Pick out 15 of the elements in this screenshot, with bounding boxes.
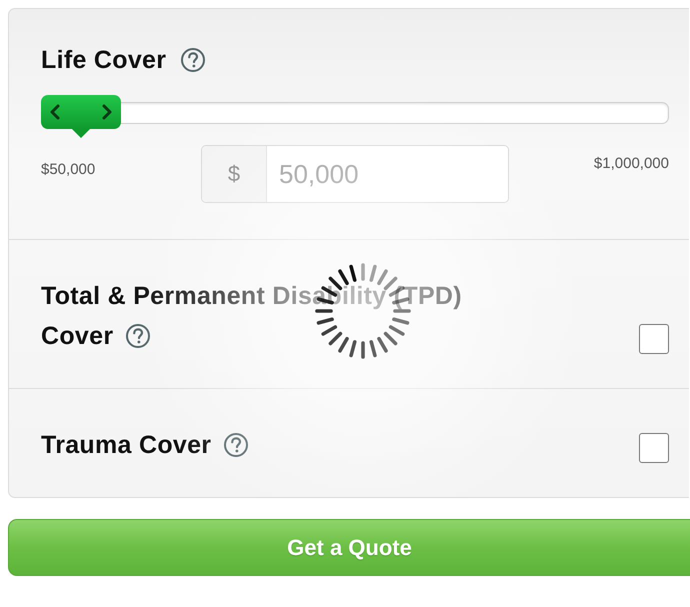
currency-prefix: $ — [202, 146, 267, 202]
checkbox[interactable] — [639, 433, 669, 463]
checkbox[interactable] — [639, 324, 669, 354]
help-icon[interactable] — [223, 432, 250, 458]
min-amount-label: $50,000 — [41, 161, 96, 178]
amount-input[interactable]: $ 50,000 — [201, 145, 509, 203]
section-title: Cover — [41, 321, 114, 352]
get-quote-button[interactable]: Get a Quote — [8, 519, 690, 576]
section-title: Trauma Cover — [41, 430, 212, 461]
help-icon[interactable] — [125, 323, 152, 349]
help-icon[interactable] — [180, 47, 206, 73]
slider-track[interactable] — [41, 95, 669, 139]
slider-thumb[interactable] — [41, 95, 121, 139]
max-amount-label: $1,000,000 — [594, 155, 669, 172]
section-title: Life Cover — [41, 46, 166, 74]
